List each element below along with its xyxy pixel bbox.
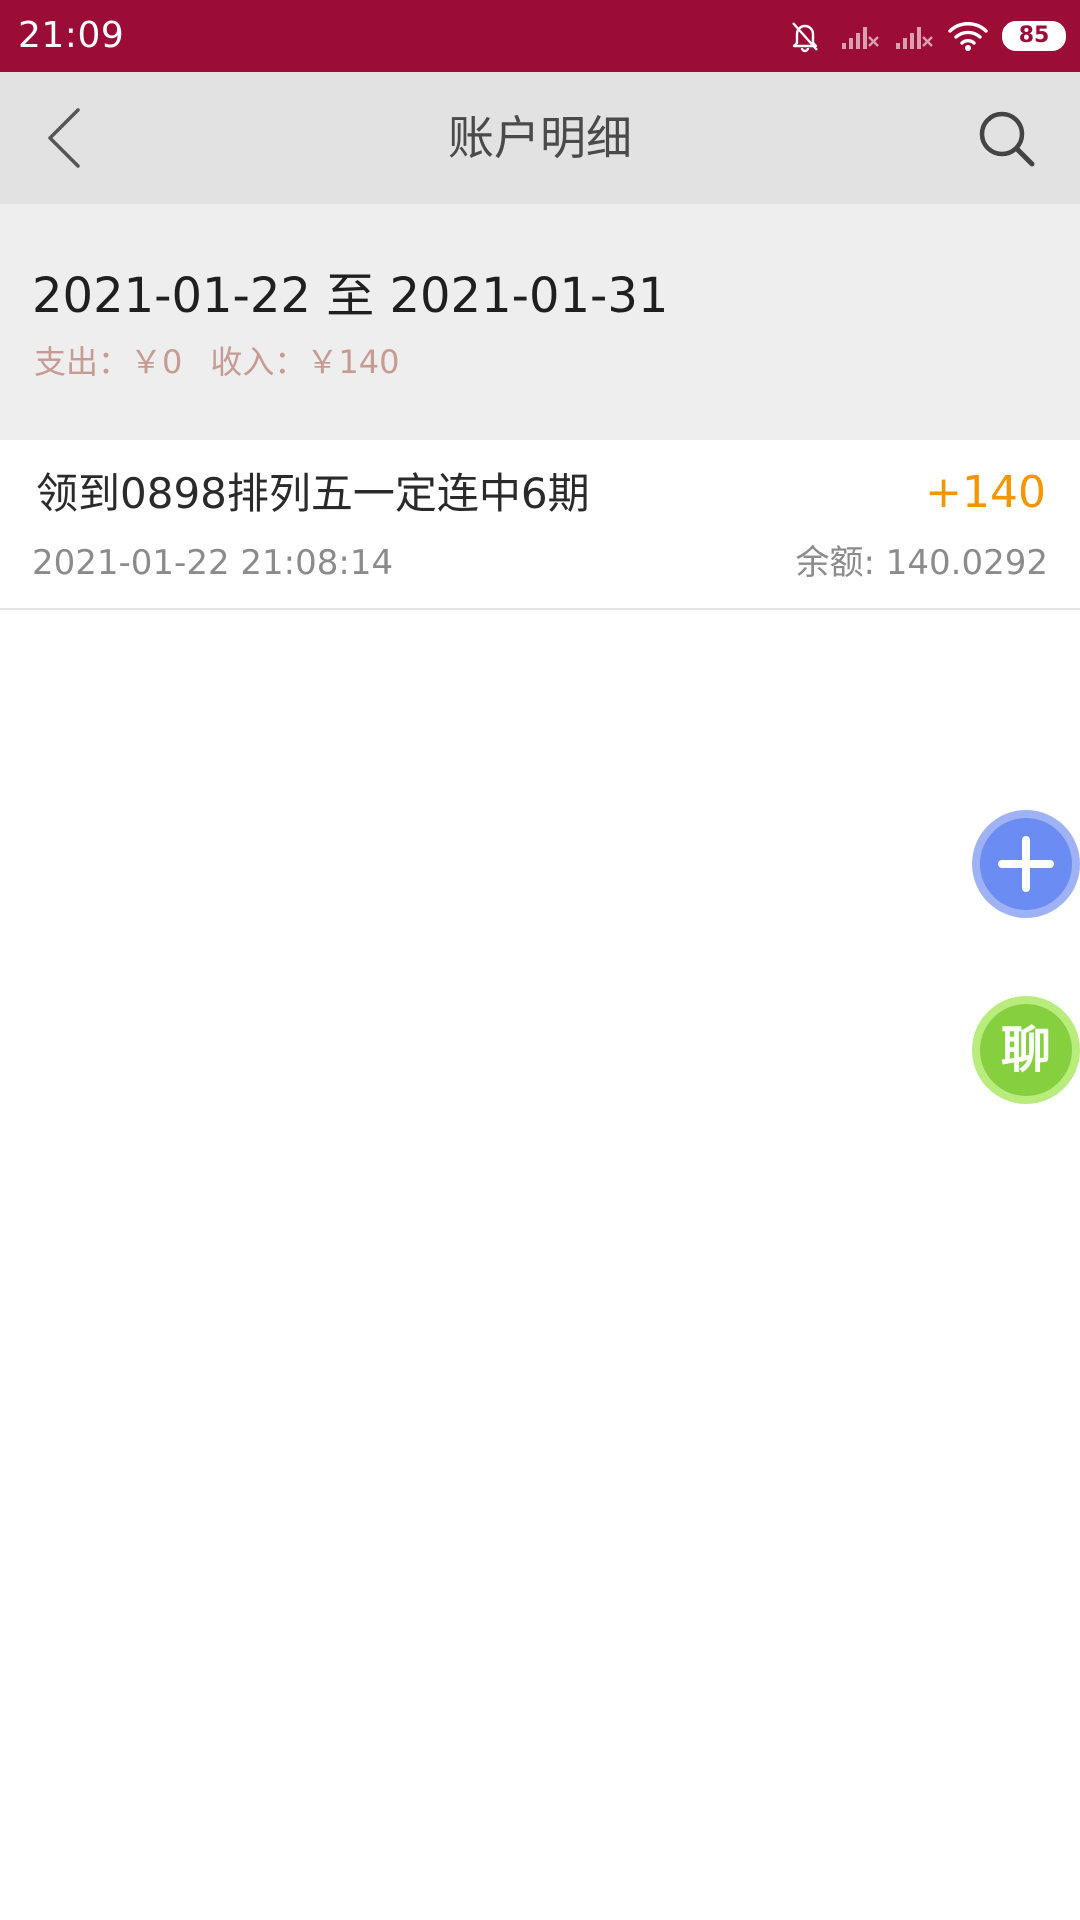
status-bar: 21:09 85 — [0, 0, 1080, 72]
battery-icon: 85 — [1002, 21, 1066, 51]
expense-label: 支出： — [34, 343, 131, 381]
record-balance: 余额: 140.0292 — [795, 543, 1049, 583]
income-value: ￥140 — [306, 343, 400, 381]
add-button-inner — [980, 818, 1072, 910]
bell-muted-icon — [788, 19, 822, 53]
period-summary[interactable]: 2021-01-22 至 2021-01-31 支出：￥0 收入：￥140 — [0, 204, 1080, 440]
chat-button[interactable]: 聊 — [972, 996, 1080, 1104]
signal-none-icon — [840, 21, 880, 51]
search-icon — [979, 111, 1035, 167]
signal-none-icon — [894, 21, 934, 51]
expense-value: ￥0 — [130, 343, 183, 381]
status-time: 21:09 — [18, 15, 125, 56]
date-range: 2021-01-22 至 2021-01-31 — [32, 268, 669, 324]
list-item[interactable]: 领到0898排列五一定连中6期 +140 2021-01-22 21:08:14… — [0, 440, 1080, 610]
income-label: 收入： — [210, 343, 307, 381]
record-time: 2021-01-22 21:08:14 — [32, 543, 394, 583]
record-amount: +140 — [925, 467, 1046, 518]
search-button[interactable] — [972, 102, 1044, 174]
nav-bar: 账户明细 — [0, 72, 1080, 204]
wifi-icon — [948, 20, 988, 52]
add-button[interactable] — [972, 810, 1080, 918]
battery-level: 85 — [1018, 23, 1050, 48]
plus-icon — [998, 836, 1054, 892]
totals: 支出：￥0 收入：￥140 — [34, 340, 400, 384]
status-icons: 85 — [788, 14, 1066, 58]
record-title: 领到0898排列五一定连中6期 — [36, 469, 590, 518]
chat-label: 聊 — [980, 1004, 1072, 1096]
page-title: 账户明细 — [448, 111, 632, 165]
